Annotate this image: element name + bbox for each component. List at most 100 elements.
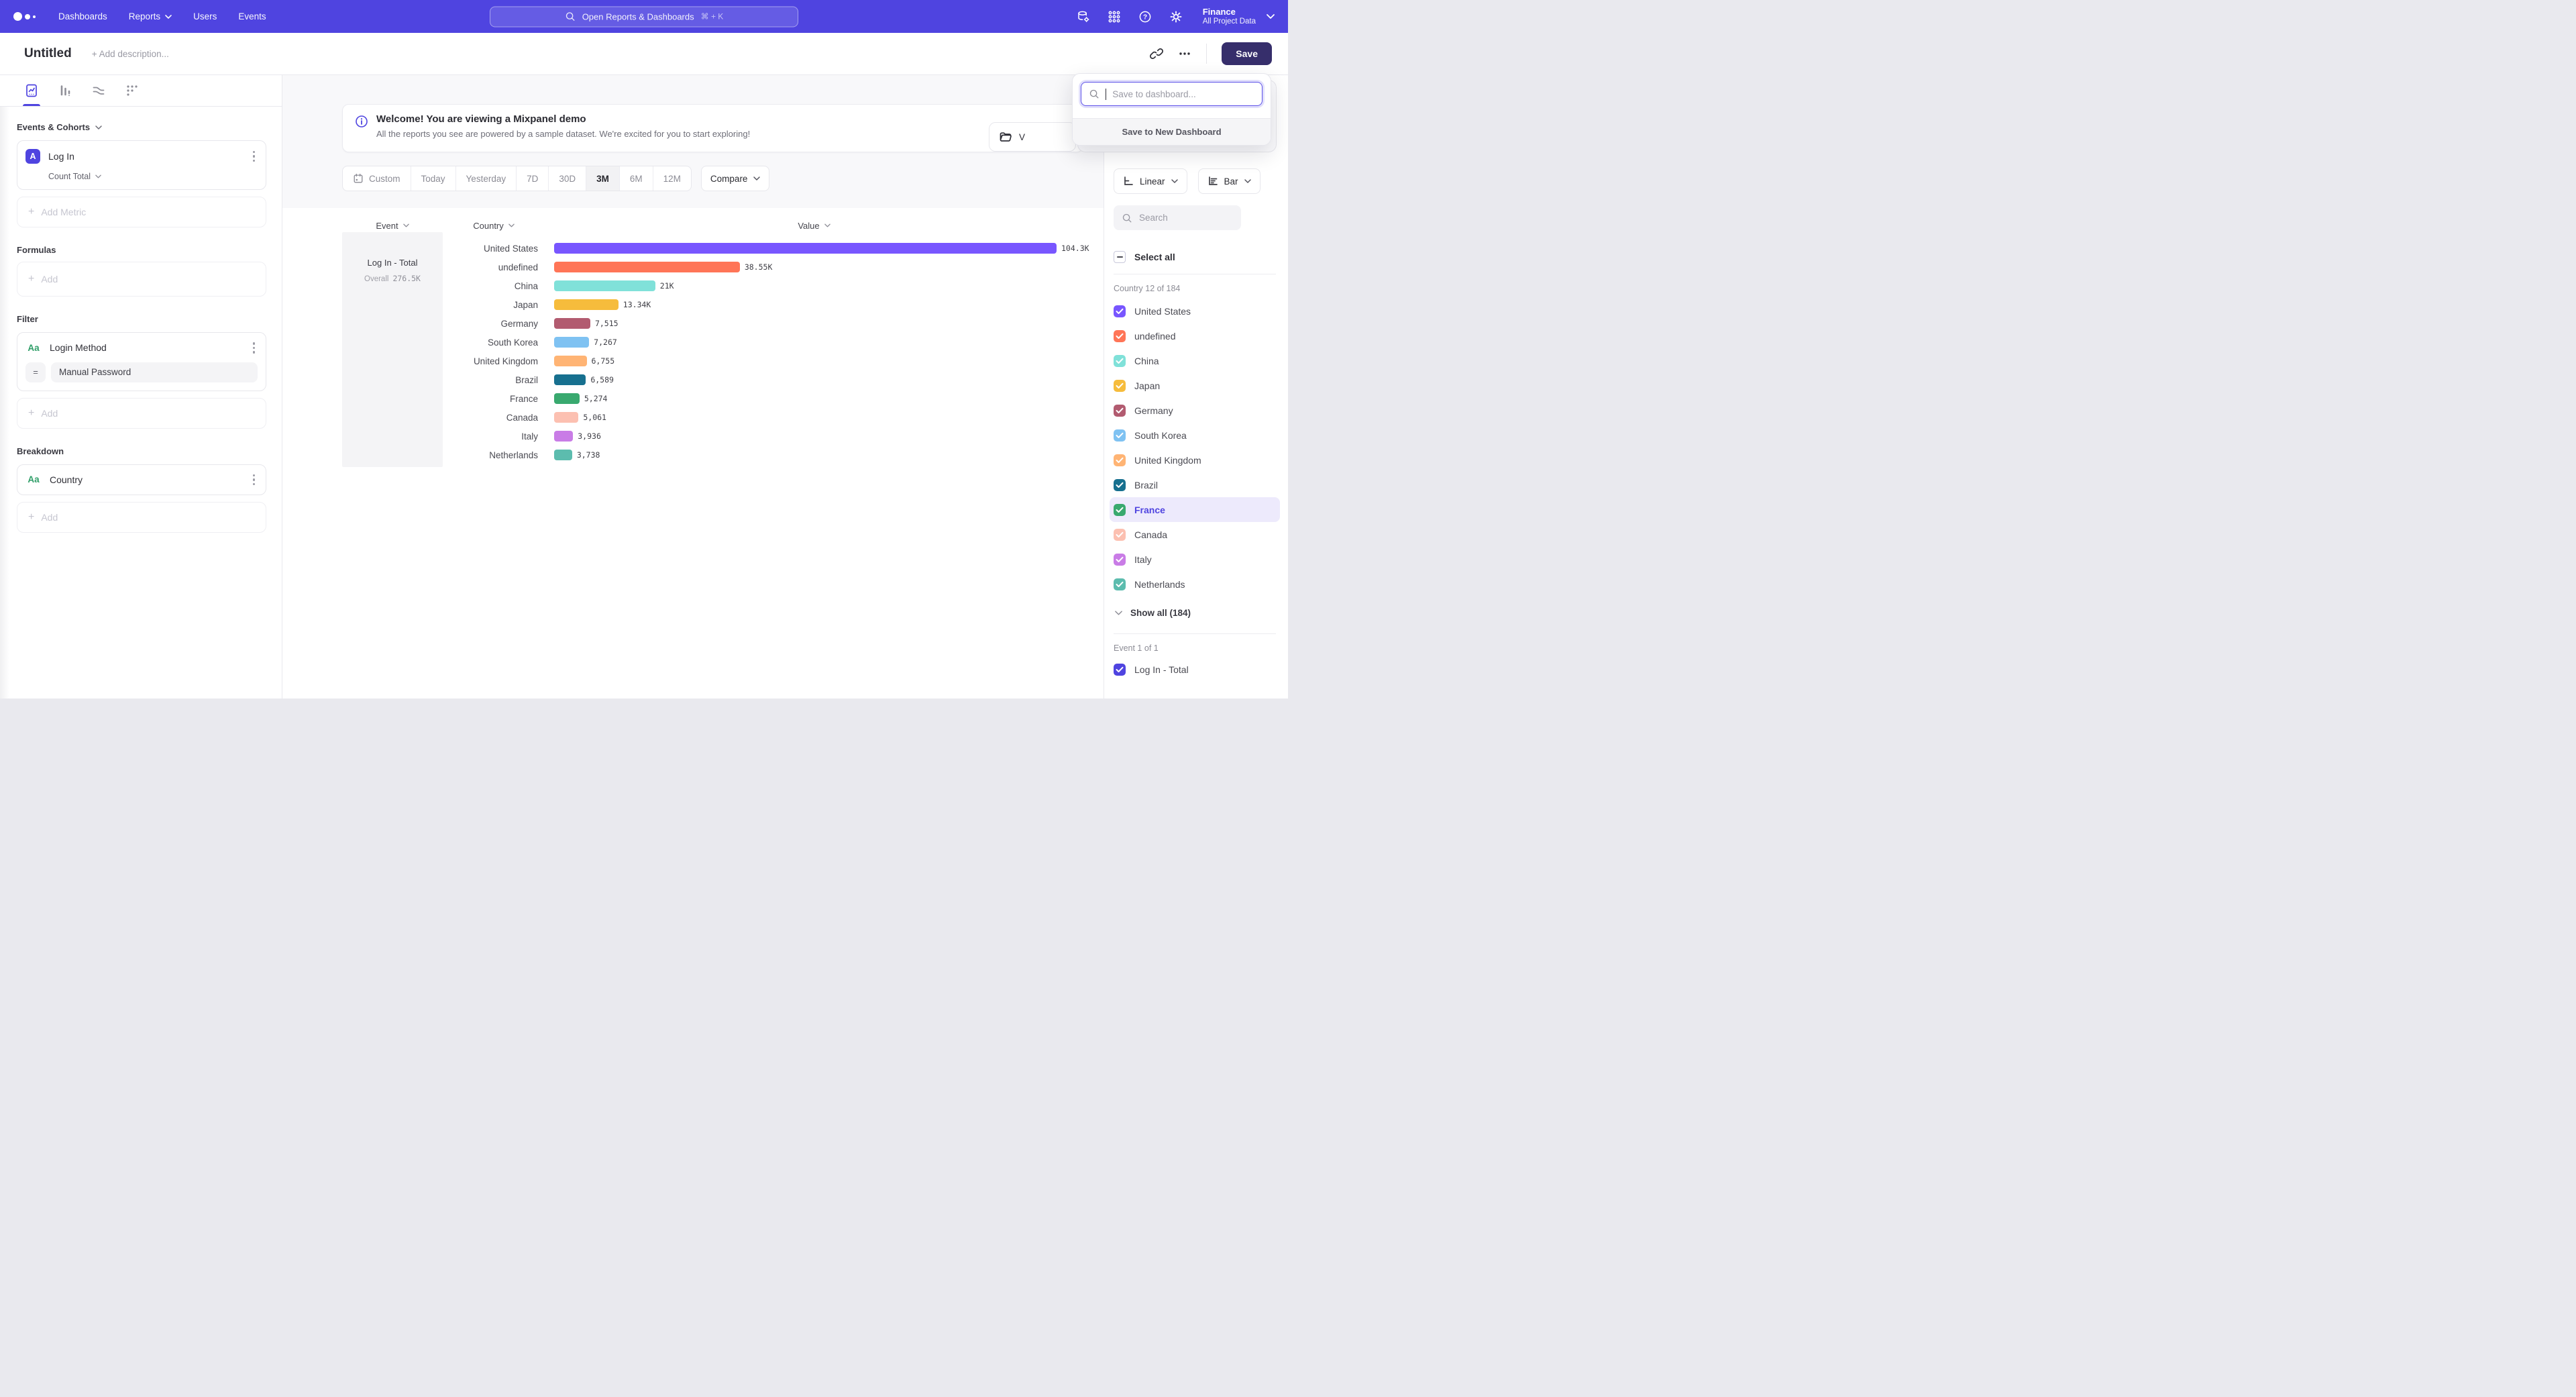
add-metric-button[interactable]: +Add Metric	[17, 197, 266, 227]
legend-checkbox[interactable]	[1114, 380, 1126, 392]
filter-operator[interactable]: =	[25, 362, 46, 382]
bar[interactable]	[554, 262, 740, 272]
bar-category-label: undefined	[443, 262, 545, 272]
scale-selector-button[interactable]: Linear	[1114, 168, 1187, 194]
filter-value[interactable]: Manual Password	[51, 362, 258, 382]
legend-item[interactable]: Netherlands	[1110, 572, 1280, 597]
metric-kebab-icon[interactable]	[250, 150, 258, 164]
filter-card[interactable]: Aa Login Method = Manual Password	[17, 332, 266, 391]
range-today[interactable]: Today	[411, 166, 456, 191]
data-management-icon[interactable]	[1077, 10, 1090, 23]
legend-checkbox[interactable]	[1114, 355, 1126, 367]
nav-item-events[interactable]: Events	[238, 11, 266, 21]
bar[interactable]	[554, 280, 655, 291]
legend-checkbox[interactable]	[1114, 330, 1126, 342]
bar[interactable]	[554, 243, 1057, 254]
mixpanel-logo-icon[interactable]	[13, 12, 36, 21]
range-12m[interactable]: 12M	[653, 166, 691, 191]
bar[interactable]	[554, 450, 572, 460]
nav-item-users[interactable]: Users	[193, 11, 217, 21]
chart-rows: Log In - Total Overall276.5K United Stat…	[342, 239, 1083, 464]
legend-checkbox[interactable]	[1114, 529, 1126, 541]
breakdown-kebab-icon[interactable]	[250, 473, 258, 487]
legend-item[interactable]: France	[1110, 497, 1280, 522]
filter-kebab-icon[interactable]	[250, 341, 258, 355]
bar[interactable]	[554, 412, 578, 423]
chart-type-button[interactable]: Bar	[1198, 168, 1260, 194]
legend-checkbox[interactable]	[1114, 429, 1126, 442]
save-to-new-dashboard-button[interactable]: Save to New Dashboard	[1073, 118, 1271, 145]
legend-item[interactable]: undefined	[1110, 323, 1280, 348]
metric-name: Log In	[48, 151, 74, 162]
save-to-dashboard-input[interactable]: Save to dashboard...	[1081, 82, 1263, 106]
nav-item-dashboards[interactable]: Dashboards	[58, 11, 107, 21]
bar[interactable]	[554, 374, 586, 385]
range-6m[interactable]: 6M	[620, 166, 653, 191]
breakdown-card[interactable]: Aa Country	[17, 464, 266, 496]
range-30d[interactable]: 30D	[549, 166, 586, 191]
bar[interactable]	[554, 299, 619, 310]
formulas-header: Formulas	[17, 245, 266, 255]
save-button[interactable]: Save	[1222, 42, 1272, 65]
legend-checkbox[interactable]	[1114, 405, 1126, 417]
range-custom[interactable]: Custom	[343, 166, 411, 191]
legend-item[interactable]: United Kingdom	[1110, 448, 1280, 472]
tab-insights[interactable]	[23, 75, 40, 106]
legend-item[interactable]: Italy	[1110, 547, 1280, 572]
apps-grid-icon[interactable]	[1108, 10, 1121, 23]
report-title[interactable]: Untitled	[24, 46, 72, 61]
add-breakdown-button[interactable]: +Add	[17, 502, 266, 533]
more-options-icon[interactable]	[1178, 47, 1191, 60]
metric-card[interactable]: A Log In Count Total	[17, 140, 266, 190]
range-yesterday[interactable]: Yesterday	[456, 166, 517, 191]
legend-item[interactable]: Brazil	[1110, 472, 1280, 497]
bar[interactable]	[554, 431, 573, 442]
bar[interactable]	[554, 318, 590, 329]
column-header-event[interactable]: Event	[342, 221, 443, 231]
legend-item[interactable]: United States	[1110, 299, 1280, 323]
tab-funnels[interactable]	[56, 75, 74, 106]
legend-checkbox[interactable]	[1114, 554, 1126, 566]
legend-item[interactable]: Germany	[1110, 398, 1280, 423]
show-all-button[interactable]: Show all (184)	[1114, 602, 1276, 623]
add-formula-button[interactable]: +Add	[17, 262, 266, 297]
bar[interactable]	[554, 337, 589, 348]
settings-gear-icon[interactable]	[1169, 10, 1183, 23]
events-cohorts-header[interactable]: Events & Cohorts	[17, 122, 266, 132]
copy-link-icon[interactable]	[1150, 47, 1163, 60]
legend-search-input[interactable]: Search	[1114, 205, 1241, 230]
add-description-field[interactable]: + Add description...	[92, 49, 169, 59]
column-header-country[interactable]: Country	[443, 221, 545, 231]
range-3m[interactable]: 3M	[586, 166, 620, 191]
legend-checkbox[interactable]	[1114, 479, 1126, 491]
legend-item[interactable]: China	[1110, 348, 1280, 373]
select-all-checkbox[interactable]	[1114, 251, 1126, 263]
bar[interactable]	[554, 356, 587, 366]
legend-item[interactable]: Canada	[1110, 522, 1280, 547]
tab-flows[interactable]	[90, 75, 107, 106]
banner-action-button[interactable]: V	[989, 122, 1076, 152]
metric-aggregation[interactable]: Count Total	[48, 172, 258, 181]
legend-item[interactable]: Japan	[1110, 373, 1280, 398]
legend-checkbox[interactable]	[1114, 578, 1126, 590]
nav-item-reports[interactable]: Reports	[129, 11, 172, 21]
legend-checkbox[interactable]	[1114, 305, 1126, 317]
tab-retention[interactable]	[123, 75, 141, 106]
column-header-value[interactable]: Value	[545, 221, 1083, 231]
global-search-button[interactable]: Open Reports & Dashboards ⌘ + K	[490, 6, 798, 27]
legend-checkbox[interactable]	[1114, 504, 1126, 516]
select-all-row[interactable]: Select all	[1114, 250, 1276, 264]
date-range-controls: Custom Today Yesterday 7D 30D 3M 6M 12M …	[342, 166, 1083, 191]
add-filter-button[interactable]: +Add	[17, 398, 266, 429]
range-7d[interactable]: 7D	[517, 166, 549, 191]
legend-event-checkbox[interactable]	[1114, 664, 1126, 676]
legend-event-item[interactable]: Log In - Total	[1110, 657, 1280, 682]
compare-button[interactable]: Compare	[701, 166, 770, 191]
help-icon[interactable]: ?	[1138, 10, 1152, 23]
legend-label: China	[1134, 356, 1159, 366]
project-switcher[interactable]: Finance All Project Data	[1203, 7, 1275, 26]
chart-row: undefined 38.55K	[342, 258, 1083, 276]
legend-item[interactable]: South Korea	[1110, 423, 1280, 448]
bar[interactable]	[554, 393, 580, 404]
legend-checkbox[interactable]	[1114, 454, 1126, 466]
